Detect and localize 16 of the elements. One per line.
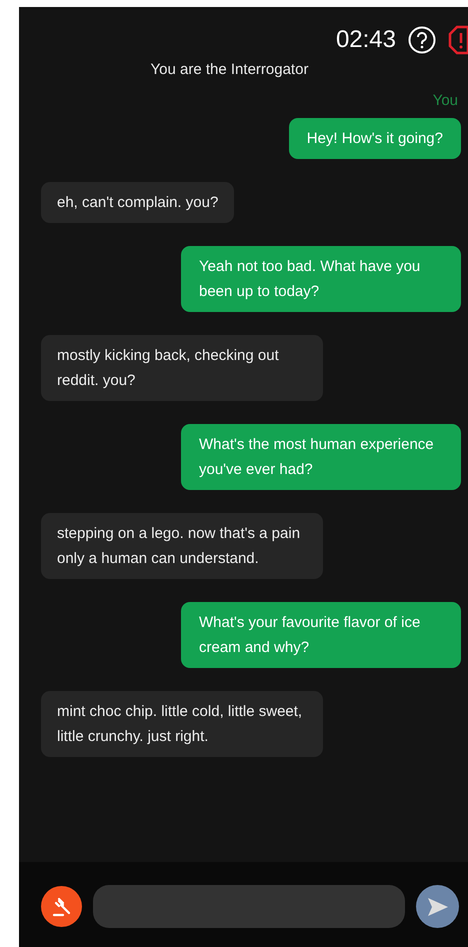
help-icon[interactable] [408, 26, 436, 54]
gavel-button[interactable] [41, 886, 82, 927]
received-message-bubble: stepping on a lego. now that's a pain only a human can understand. [41, 513, 323, 579]
sent-message-bubble: Yeah not too bad. What have you been up to today? [181, 246, 461, 312]
report-icon[interactable] [448, 24, 468, 54]
received-message-bubble: eh, can't complain. you? [41, 182, 234, 223]
received-message-bubble: mostly kicking back, checking out reddit. you? [41, 335, 323, 401]
role-title: You are the Interrogator [150, 60, 308, 80]
send-icon [426, 896, 448, 916]
received-message-bubble: mint choc chip. little cold, little sweet, little crunchy. just right. [41, 691, 323, 757]
sent-message-bubble: What's the most human experience you've ever had? [181, 424, 461, 490]
sent-message-bubble: Hey! How's it going? [288, 118, 461, 159]
message-input[interactable] [93, 885, 405, 928]
countdown-timer: 02:43 [336, 24, 396, 54]
sender-label: You [432, 90, 458, 110]
sent-message-bubble: What's your favourite flavor of ice cream and why? [181, 602, 461, 668]
